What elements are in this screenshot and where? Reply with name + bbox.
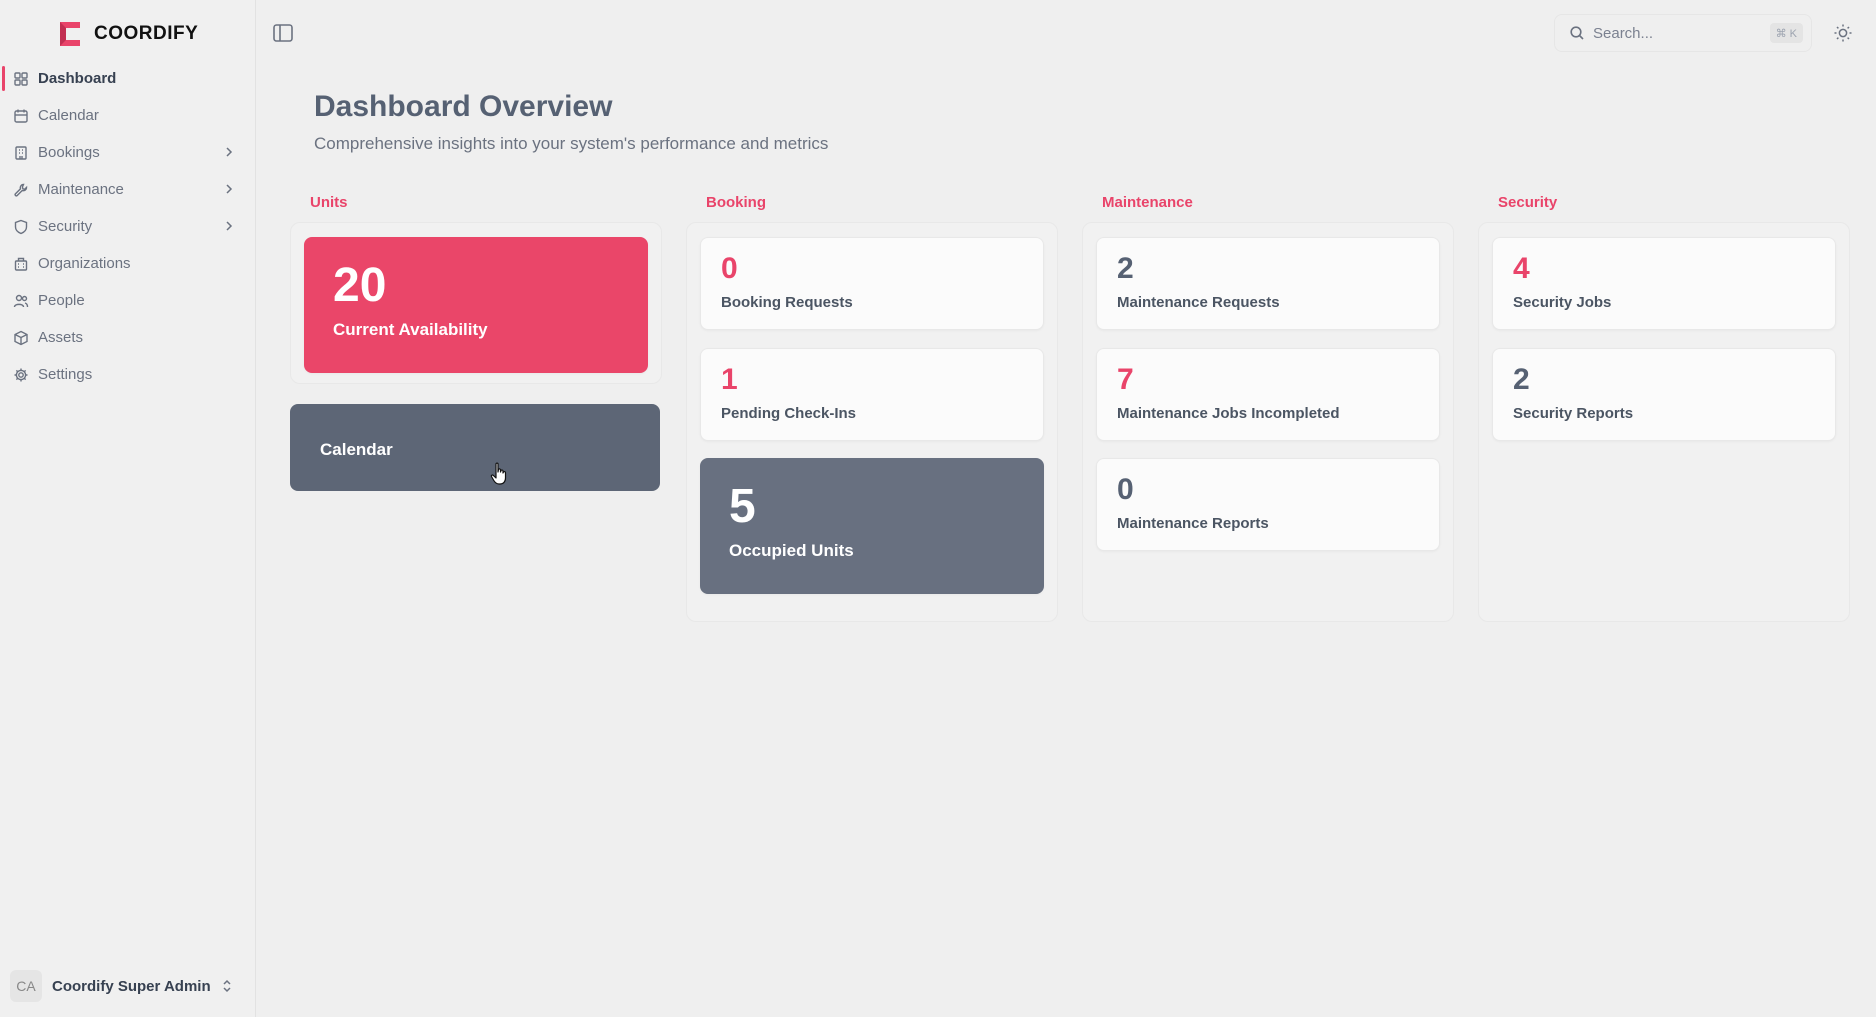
maintenance-group: 2 Maintenance Requests 7 Maintenance Job… (1082, 222, 1454, 622)
brand-name: COORDIFY (94, 23, 199, 44)
app-root: COORDIFY Dashboard Calendar Bookings Mai… (0, 0, 1876, 1017)
sidebar-item-assets[interactable]: Assets (0, 319, 256, 356)
sidebar-item-label: Bookings (38, 144, 100, 161)
section-label-maintenance: Maintenance (1102, 194, 1193, 211)
metric-value: 7 (1117, 363, 1134, 396)
grid-icon (14, 71, 28, 86)
chevron-right-icon (226, 184, 233, 194)
metric-label: Pending Check-Ins (721, 405, 857, 422)
section-label-security: Security (1498, 194, 1558, 211)
metric-label: Maintenance Reports (1117, 515, 1269, 532)
sidebar-item-label: Security (38, 218, 93, 235)
metric-label: Security Reports (1513, 405, 1634, 422)
search-input[interactable] (1593, 24, 1763, 42)
booking-group: 0 Booking Requests 1 Pending Check-Ins 5… (686, 222, 1058, 622)
maintenance-jobs-incompleted-card[interactable]: 7 Maintenance Jobs Incompleted (1096, 348, 1440, 441)
current-availability-card[interactable]: 20 Current Availability (304, 237, 648, 373)
metric-value: 20 (333, 259, 387, 312)
metric-label: Maintenance Requests (1117, 294, 1280, 311)
sidebar-item-label: Maintenance (38, 181, 124, 198)
sidebar-item-maintenance[interactable]: Maintenance (0, 171, 256, 208)
metric-label: Maintenance Jobs Incompleted (1117, 405, 1340, 422)
avatar: CA (10, 970, 42, 1002)
hand-pointer-cursor-icon (490, 462, 507, 485)
security-column: Security 4 Security Jobs 2 Security Repo… (1478, 194, 1850, 622)
sidebar-item-organizations[interactable]: Organizations (0, 245, 256, 282)
booking-column: Booking 0 Booking Requests 1 Pending Che… (686, 194, 1058, 622)
coordify-logo-icon (60, 22, 80, 46)
gear-icon (14, 368, 28, 381)
metric-value: 1 (721, 363, 738, 396)
sidebar-item-calendar[interactable]: Calendar (0, 97, 256, 134)
chevron-right-icon (226, 147, 233, 157)
box-icon (14, 330, 28, 345)
sidebar-item-people[interactable]: People (0, 282, 256, 319)
search-icon (1570, 26, 1584, 40)
security-jobs-card[interactable]: 4 Security Jobs (1492, 237, 1836, 330)
metric-label: Booking Requests (721, 294, 853, 311)
keyboard-shortcut: ⌘ K (1769, 23, 1803, 43)
sidebar-toggle-icon[interactable] (272, 22, 294, 44)
sidebar-item-label: Calendar (38, 107, 99, 124)
shield-icon (14, 219, 28, 234)
chevron-right-icon (226, 221, 233, 231)
section-label-booking: Booking (706, 194, 766, 211)
sidebar-item-label: Organizations (38, 255, 131, 272)
chevron-up-down-icon (223, 979, 231, 993)
organization-icon (14, 257, 28, 271)
sidebar-item-label: Settings (38, 366, 93, 383)
page-subtitle: Comprehensive insights into your system'… (314, 134, 829, 153)
sun-icon[interactable] (1832, 22, 1854, 44)
sidebar: COORDIFY Dashboard Calendar Bookings Mai… (0, 0, 256, 1017)
search-box[interactable]: ⌘ K (1554, 14, 1812, 52)
user-name: Coordify Super Admin (52, 977, 211, 995)
sidebar-item-settings[interactable]: Settings (0, 356, 256, 393)
metric-value: 2 (1513, 363, 1530, 396)
calendar-icon (14, 109, 28, 123)
units-column: Units 20 Current Availability (290, 194, 662, 384)
maintenance-requests-card[interactable]: 2 Maintenance Requests (1096, 237, 1440, 330)
sidebar-item-dashboard[interactable]: Dashboard (0, 60, 256, 97)
brand[interactable]: COORDIFY (54, 18, 198, 50)
sidebar-item-label: Assets (38, 329, 84, 346)
maintenance-reports-card[interactable]: 0 Maintenance Reports (1096, 458, 1440, 551)
booking-requests-card[interactable]: 0 Booking Requests (700, 237, 1044, 330)
page-title: Dashboard Overview (314, 90, 613, 123)
maintenance-column: Maintenance 2 Maintenance Requests 7 Mai… (1082, 194, 1454, 622)
pending-checkins-card[interactable]: 1 Pending Check-Ins (700, 348, 1044, 441)
sidebar-item-label: Dashboard (38, 70, 117, 87)
sidebar-nav: Dashboard Calendar Bookings Maintenance … (0, 60, 256, 393)
calendar-button-label: Calendar (320, 440, 393, 459)
sidebar-item-security[interactable]: Security (0, 208, 256, 245)
user-menu[interactable]: CA Coordify Super Admin (10, 970, 246, 1002)
calendar-button[interactable]: Calendar (290, 404, 660, 491)
people-icon (13, 294, 29, 307)
metric-label: Security Jobs (1513, 294, 1612, 311)
metric-value: 2 (1117, 252, 1134, 285)
metric-value: 0 (1117, 473, 1134, 506)
section-label-units: Units (310, 194, 348, 211)
metric-label: Current Availability (333, 320, 488, 339)
units-group: 20 Current Availability (290, 222, 662, 384)
metric-value: 5 (729, 480, 756, 533)
metric-value: 4 (1513, 252, 1530, 285)
metric-value: 0 (721, 252, 738, 285)
security-group: 4 Security Jobs 2 Security Reports (1478, 222, 1850, 622)
security-reports-card[interactable]: 2 Security Reports (1492, 348, 1836, 441)
occupied-units-card[interactable]: 5 Occupied Units (700, 458, 1044, 594)
wrench-icon (14, 183, 28, 197)
building-icon (15, 145, 27, 160)
metric-label: Occupied Units (729, 541, 854, 560)
sidebar-item-bookings[interactable]: Bookings (0, 134, 256, 171)
sidebar-item-label: People (38, 292, 85, 309)
